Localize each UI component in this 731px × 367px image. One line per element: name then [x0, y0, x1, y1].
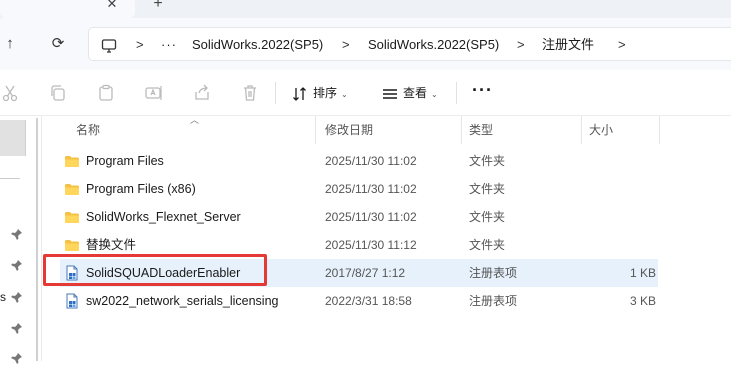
nav-item-label[interactable]: s [0, 290, 6, 304]
more-options-button[interactable]: ··· [472, 80, 493, 101]
file-modified-date: 2025/11/30 11:02 [325, 154, 417, 168]
column-divider[interactable] [581, 116, 582, 144]
file-name: SolidWorks_Flexnet_Server [86, 210, 241, 224]
folder-icon [64, 209, 80, 225]
copy-icon[interactable] [48, 83, 68, 103]
pin-icon[interactable] [11, 228, 23, 240]
refresh-icon[interactable]: ⟳ [48, 34, 68, 54]
file-type: 注册表项 [469, 294, 518, 308]
delete-icon[interactable] [240, 83, 260, 103]
file-modified-date: 2025/11/30 11:12 [325, 238, 417, 252]
file-list: 名称 ︿ 修改日期 类型 大小 Program Files 2025/11/30 … [44, 115, 731, 361]
sort-button[interactable]: 排序 ⌄ [292, 82, 348, 104]
chevron-down-icon: ⌄ [431, 90, 438, 99]
column-header-name[interactable]: 名称 [76, 116, 100, 144]
pin-icon[interactable] [11, 352, 23, 364]
pin-icon[interactable] [11, 291, 23, 303]
toolbar-divider [275, 82, 276, 104]
breadcrumb-separator: > [618, 37, 626, 52]
column-divider[interactable] [461, 116, 462, 144]
file-size: 3 KB [629, 294, 656, 308]
file-name: Program Files (x86) [86, 182, 196, 196]
chevron-down-icon: ⌄ [341, 90, 348, 99]
breadcrumb-separator: > [517, 37, 525, 52]
registry-file-icon [64, 293, 80, 309]
paste-icon[interactable] [96, 83, 116, 103]
close-tab-icon[interactable]: ✕ [104, 0, 120, 12]
file-type: 文件夹 [469, 210, 506, 224]
folder-icon [64, 153, 80, 169]
sort-caret-icon: ︿ [190, 115, 200, 125]
file-type: 文件夹 [469, 238, 506, 252]
file-name: sw2022_network_serials_licensing [86, 294, 279, 308]
tab-strip: ✕ + [0, 0, 731, 18]
breadcrumb-separator: > [342, 37, 350, 52]
cut-icon[interactable] [0, 83, 20, 103]
breadcrumb-item[interactable]: SolidWorks.2022(SP5) [192, 28, 323, 62]
view-label: 查看 [403, 86, 428, 100]
breadcrumb-item[interactable]: SolidWorks.2022(SP5) [368, 28, 499, 62]
file-name: Program Files [86, 154, 164, 168]
active-tab[interactable]: ✕ [0, 0, 135, 18]
pin-icon[interactable] [11, 322, 23, 334]
file-modified-date: 2025/11/30 11:02 [325, 210, 417, 224]
breadcrumb-current[interactable]: 注册文件 [542, 28, 594, 62]
file-row[interactable]: sw2022_network_serials_licensing 2022/3/3… [60, 287, 658, 315]
up-arrow-icon[interactable]: ↑ [0, 34, 20, 54]
address-bar[interactable]: > ··· SolidWorks.2022(SP5) > SolidWorks.… [88, 27, 731, 61]
nav-divider [0, 178, 20, 179]
file-size: 1 KB [629, 266, 656, 280]
column-header-size[interactable]: 大小 [589, 116, 613, 144]
sort-label: 排序 [313, 86, 338, 100]
highlight-annotation-box [43, 254, 267, 286]
file-modified-date: 2022/3/31 18:58 [325, 294, 412, 308]
navigation-bar: ↑ ⟳ > ··· SolidWorks.2022(SP5) > SolidWo… [0, 18, 731, 70]
file-type: 文件夹 [469, 182, 506, 196]
file-row[interactable]: SolidWorks_Flexnet_Server 2025/11/30 11:0… [60, 203, 658, 231]
column-divider[interactable] [659, 116, 660, 144]
nav-selected-item[interactable] [0, 120, 26, 156]
folder-icon [64, 237, 80, 253]
nav-scrollbar[interactable] [36, 118, 38, 361]
toolbar-divider [456, 82, 457, 104]
breadcrumb-overflow[interactable]: ··· [161, 28, 177, 62]
share-icon[interactable] [192, 83, 212, 103]
rename-icon[interactable] [144, 83, 164, 103]
view-button[interactable]: 查看 ⌄ [382, 82, 438, 104]
view-icon [383, 89, 397, 99]
file-row[interactable]: Program Files (x86) 2025/11/30 11:02 文件夹 [60, 175, 658, 203]
file-row[interactable]: Program Files 2025/11/30 11:02 文件夹 [60, 147, 658, 175]
file-type: 文件夹 [469, 154, 506, 168]
file-type: 注册表项 [469, 266, 518, 280]
breadcrumb-separator: > [136, 37, 144, 52]
column-divider[interactable] [315, 116, 316, 144]
monitor-icon[interactable] [101, 28, 117, 62]
folder-icon [64, 181, 80, 197]
sort-icon [293, 86, 306, 101]
pin-icon[interactable] [11, 259, 23, 271]
new-tab-button[interactable]: + [148, 0, 168, 15]
column-header-type[interactable]: 类型 [469, 116, 493, 144]
file-modified-date: 2025/11/30 11:02 [325, 182, 417, 196]
file-modified-date: 2017/8/27 1:12 [325, 266, 406, 280]
command-toolbar: 排序 ⌄ 查看 ⌄ ··· [0, 70, 731, 116]
column-header-date[interactable]: 修改日期 [325, 116, 373, 144]
